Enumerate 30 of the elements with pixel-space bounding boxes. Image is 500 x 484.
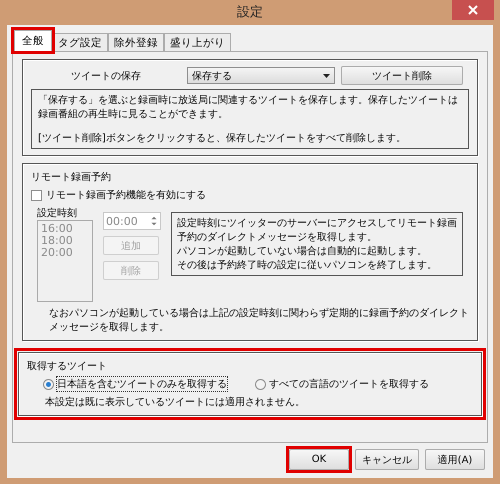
dropdown[interactable]: 保存する: [187, 67, 335, 84]
info-text: その後は予約終了時の設定に従いパソコンを終了します。: [177, 258, 438, 272]
info-text: 設定時刻にツイッターのサーバーにアクセスしてリモート録画予約のダイレクトメッセージを取得します。: [177, 216, 457, 244]
delete-tweets-button[interactable]: ツイート削除: [341, 66, 463, 85]
description-text: 「保存する」を選ぶと録画時に放送局に関連するツイートを保存します。保存したツイートは録画番組の再生時に見ることができます。: [38, 94, 459, 121]
tab[interactable]: 除外登録: [108, 33, 164, 51]
list-label: 設定時刻: [37, 206, 78, 220]
tab[interactable]: 盛り上がり: [164, 33, 231, 51]
info-text: パソコンが起動していない場合は自動的に起動します。: [177, 244, 428, 258]
window-title: 設定: [236, 4, 264, 22]
description-text: [ツイート削除]ボタンをクリックすると、保存したツイートをすべて削除します。: [38, 132, 407, 145]
dialog-button[interactable]: キャンセル: [355, 449, 419, 470]
tab[interactable]: 全般: [14, 30, 52, 51]
close-button[interactable]: [452, 0, 494, 20]
dialog-button[interactable]: OK: [289, 449, 349, 470]
checkbox[interactable]: [31, 190, 42, 200]
close-icon: [468, 5, 478, 15]
note-text: なおパソコンが起動している場合は上記の設定時刻に関わらず定期的に録画予約のダイレクトメッセージを取得します。: [48, 306, 469, 334]
group-title: リモート録画予約: [31, 171, 112, 184]
dropdown-arrow-icon: [323, 74, 330, 78]
radio-label: すべての言語のツイートを取得する: [269, 378, 429, 391]
dialog-button[interactable]: 適用(A): [425, 449, 485, 470]
note-text: 本設定は既に表示しているツイートには適用されません。: [44, 396, 306, 409]
tab[interactable]: タグ設定: [52, 33, 108, 51]
field-label: ツイートの保存: [70, 70, 142, 82]
checkbox-label: リモート録画予約機能を有効にする: [46, 188, 206, 202]
group-title: 取得するツイート: [27, 360, 108, 373]
radio-button[interactable]: [255, 378, 266, 390]
radio-label: 日本語を含むツイートのみを取得する: [57, 377, 227, 391]
radio-button[interactable]: [43, 378, 54, 390]
